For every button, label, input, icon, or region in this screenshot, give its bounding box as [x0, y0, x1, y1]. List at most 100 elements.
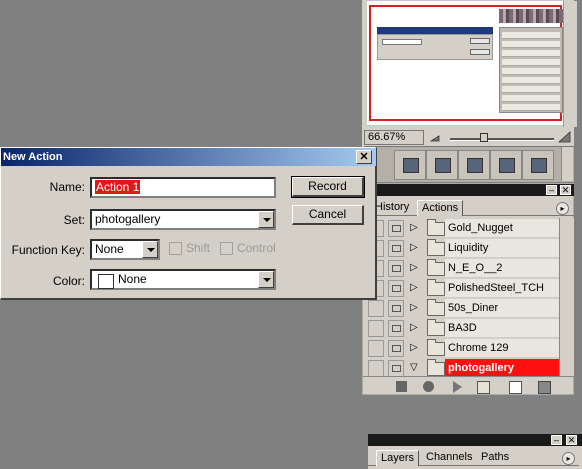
expand-triangle-icon[interactable]: ▷	[410, 222, 418, 234]
color-swatch	[98, 274, 114, 289]
control-label: Control	[237, 241, 276, 255]
dialog-title: New Action	[3, 151, 63, 163]
dialog-toggle-icon[interactable]	[388, 360, 404, 377]
action-set-row[interactable]: ▷ Gold_Nugget	[363, 218, 560, 238]
zoom-slider-track[interactable]	[450, 138, 554, 141]
chevron-down-icon[interactable]	[142, 241, 158, 258]
dialog-toggle-icon[interactable]	[388, 220, 404, 237]
folder-icon	[427, 319, 445, 336]
minimize-icon[interactable]: –	[546, 185, 557, 195]
chevron-down-icon[interactable]	[258, 271, 274, 288]
dialog-toggle-icon[interactable]	[388, 320, 404, 337]
zoom-field[interactable]: 66.67%	[364, 130, 424, 145]
actions-palette-titlebar[interactable]: – ✕	[363, 184, 574, 196]
action-set-row[interactable]: ▷ Liquidity	[363, 238, 560, 258]
style-swatch[interactable]	[490, 150, 522, 180]
dialog-toggle-icon[interactable]	[388, 340, 404, 357]
navigator-view-box[interactable]	[369, 5, 565, 121]
action-set-name: Liquidity	[445, 239, 560, 258]
chevron-down-icon[interactable]	[258, 211, 274, 228]
minimize-icon[interactable]: –	[551, 435, 562, 445]
style-swatch[interactable]	[394, 150, 426, 180]
preview-mini-field	[382, 39, 422, 45]
palette-menu-icon[interactable]: ▸	[556, 202, 569, 215]
color-label: Color:	[52, 274, 85, 288]
close-icon[interactable]: ✕	[560, 185, 571, 195]
action-set-row[interactable]: ▷ N_E_O__2	[363, 258, 560, 278]
toggle-checkbox[interactable]	[368, 360, 384, 377]
close-icon[interactable]: ✕	[566, 435, 577, 445]
name-value: Action 1	[95, 180, 141, 194]
close-icon[interactable]: ✕	[356, 150, 372, 164]
action-set-row[interactable]: ▷ PolishedSteel_TCH	[363, 278, 560, 298]
zoom-out-icon[interactable]	[430, 132, 440, 142]
folder-icon	[427, 339, 445, 356]
record-icon[interactable]	[423, 381, 434, 392]
control-checkbox[interactable]	[220, 242, 233, 255]
tab-actions[interactable]: Actions	[417, 200, 464, 216]
navigator-preview[interactable]	[366, 0, 577, 127]
action-set-row[interactable]: ▷ 50s_Diner	[363, 298, 560, 318]
dialog-toggle-icon[interactable]	[388, 260, 404, 277]
toggle-checkbox[interactable]	[368, 320, 384, 337]
swatch-scrollbar[interactable]	[561, 147, 573, 181]
folder-icon	[427, 219, 445, 236]
tab-history[interactable]: History	[371, 200, 413, 216]
collapse-triangle-icon[interactable]: ▽	[410, 362, 418, 374]
navigator-scrollbar[interactable]	[563, 1, 577, 127]
zoom-in-icon[interactable]	[558, 130, 571, 143]
action-set-name: Chrome 129	[445, 339, 560, 358]
dialog-toggle-icon[interactable]	[388, 280, 404, 297]
new-action-icon[interactable]	[509, 381, 522, 394]
style-swatch[interactable]	[426, 150, 458, 180]
play-icon[interactable]	[453, 381, 462, 393]
actions-toolbar	[363, 376, 574, 396]
color-dropdown[interactable]: None	[90, 269, 276, 290]
set-label: Set:	[63, 213, 85, 227]
name-label: Name:	[49, 180, 85, 194]
trash-icon[interactable]	[538, 381, 551, 394]
new-set-icon[interactable]	[477, 381, 490, 394]
expand-triangle-icon[interactable]: ▷	[410, 302, 418, 314]
preview-mini-dialog	[377, 34, 493, 60]
expand-triangle-icon[interactable]: ▷	[410, 322, 418, 334]
cancel-button[interactable]: Cancel	[292, 205, 364, 225]
expand-triangle-icon[interactable]: ▷	[410, 282, 418, 294]
function-key-label: Function Key:	[11, 243, 85, 257]
expand-triangle-icon[interactable]: ▷	[410, 342, 418, 354]
function-key-dropdown[interactable]: None	[90, 239, 160, 260]
styles-swatch-strip	[364, 146, 574, 182]
actions-scrollbar[interactable]	[559, 218, 574, 376]
style-swatch[interactable]	[522, 150, 554, 180]
palette-menu-icon[interactable]: ▸	[562, 452, 575, 465]
action-set-row-selected[interactable]: ▽ photogallery	[363, 358, 560, 378]
name-field[interactable]: Action 1	[90, 177, 276, 198]
action-set-row[interactable]: ▷ BA3D	[363, 318, 560, 338]
dialog-titlebar[interactable]: New Action	[1, 148, 376, 166]
zoom-slider-thumb[interactable]	[480, 133, 488, 142]
action-set-row[interactable]: ▷ Chrome 129	[363, 338, 560, 358]
expand-triangle-icon[interactable]: ▷	[410, 242, 418, 254]
style-swatch[interactable]	[458, 150, 490, 180]
set-dropdown[interactable]: photogallery	[90, 209, 276, 230]
folder-icon	[427, 279, 445, 296]
layers-tabbar: Layers Channels Paths ▸	[368, 448, 579, 466]
tab-channels[interactable]: Channels	[422, 450, 476, 466]
tab-paths[interactable]: Paths	[477, 450, 513, 466]
dialog-toggle-icon[interactable]	[388, 240, 404, 257]
layers-palette-titlebar[interactable]: – ✕	[368, 434, 582, 446]
folder-icon	[427, 299, 445, 316]
folder-icon	[427, 259, 445, 276]
expand-triangle-icon[interactable]: ▷	[410, 262, 418, 274]
function-key-value: None	[95, 242, 124, 256]
action-set-name: BA3D	[445, 319, 560, 338]
tab-layers[interactable]: Layers	[376, 450, 420, 466]
preview-mini-photo	[499, 9, 565, 23]
shift-checkbox[interactable]	[169, 242, 182, 255]
toggle-checkbox[interactable]	[368, 340, 384, 357]
toggle-checkbox[interactable]	[368, 300, 384, 317]
record-button[interactable]: Record	[291, 176, 365, 198]
dialog-toggle-icon[interactable]	[388, 300, 404, 317]
stop-icon[interactable]	[396, 381, 407, 392]
preview-mini-actions	[499, 27, 563, 113]
